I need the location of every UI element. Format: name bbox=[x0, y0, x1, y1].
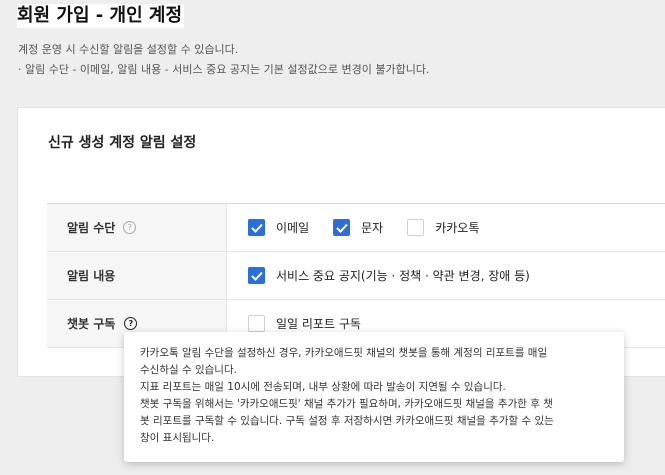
page-description: 계정 운영 시 수신할 알림을 설정할 수 있습니다. bbox=[18, 43, 239, 56]
option-sms[interactable]: 문자 bbox=[333, 219, 383, 236]
option-daily-report[interactable]: 일일 리포트 구독 bbox=[248, 315, 361, 332]
page-title: 회원 가입 - 개인 계정 bbox=[17, 4, 185, 28]
checkbox-unchecked-icon[interactable] bbox=[248, 315, 265, 332]
row-label: 알림 수단 bbox=[67, 221, 116, 235]
option-label: 카카오톡 bbox=[435, 221, 480, 235]
tooltip-line: 카카오톡 알림 수단을 설정하신 경우, 카카오애드핏 채널의 챗봇을 통해 계… bbox=[140, 347, 548, 359]
checkbox-checked-icon[interactable] bbox=[248, 267, 265, 284]
option-service-notice[interactable]: 서비스 중요 공지(기능 · 정책 · 약관 변경, 장애 등) bbox=[248, 267, 530, 284]
help-icon[interactable]: ? bbox=[124, 317, 138, 330]
option-label: 일일 리포트 구독 bbox=[276, 317, 361, 331]
option-label: 이메일 bbox=[276, 221, 310, 235]
tooltip-line: 창이 표시됩니다. bbox=[140, 432, 215, 444]
options: 이메일 문자 카카오톡 bbox=[248, 204, 503, 251]
settings-table: 알림 수단 ? 이메일 문자 카카오톡 알림 내용 서비스 중요 공지(기능 ·… bbox=[47, 203, 665, 348]
help-icon[interactable]: ? bbox=[123, 221, 137, 234]
option-kakaotalk[interactable]: 카카오톡 bbox=[407, 219, 479, 236]
page-note: · 알림 수단 - 이메일, 알림 내용 - 서비스 중요 공지는 기본 설정값… bbox=[18, 63, 430, 76]
tooltip-line: 지표 리포트는 매일 10시에 전송되며, 내부 상황에 따라 발송이 지연될 … bbox=[140, 381, 506, 393]
tooltip-line: 수신하실 수 있습니다. bbox=[140, 364, 237, 376]
checkbox-checked-icon[interactable] bbox=[248, 219, 265, 236]
row-label-cell: 알림 수단 ? bbox=[47, 204, 227, 251]
checkbox-unchecked-icon[interactable] bbox=[407, 219, 425, 236]
chatbot-help-tooltip: 카카오톡 알림 수단을 설정하신 경우, 카카오애드핏 채널의 챗봇을 통해 계… bbox=[124, 332, 624, 462]
tooltip-line: 챗봇 구독을 위해서는 '카카오애드핏' 채널 추가가 필요하며, 카카오애드핏… bbox=[140, 398, 553, 410]
card-title: 신규 생성 계정 알림 설정 bbox=[48, 135, 197, 151]
row-label: 알림 내용 bbox=[67, 269, 116, 283]
row-label-cell: 알림 내용 bbox=[47, 252, 227, 299]
option-label: 문자 bbox=[361, 221, 384, 235]
option-email[interactable]: 이메일 bbox=[248, 219, 309, 236]
row-notification-content: 알림 내용 서비스 중요 공지(기능 · 정책 · 약관 변경, 장애 등) bbox=[47, 252, 665, 300]
checkbox-checked-icon[interactable] bbox=[333, 219, 351, 236]
options: 서비스 중요 공지(기능 · 정책 · 약관 변경, 장애 등) bbox=[248, 252, 554, 299]
option-label: 서비스 중요 공지(기능 · 정책 · 약관 변경, 장애 등) bbox=[276, 269, 530, 283]
row-label: 챗봇 구독 bbox=[67, 317, 116, 331]
tooltip-line: 봇 리포트를 구독할 수 있습니다. 구독 설정 후 저장하시면 카카오애드핏 … bbox=[140, 415, 554, 427]
row-notification-method: 알림 수단 ? 이메일 문자 카카오톡 bbox=[47, 204, 665, 252]
